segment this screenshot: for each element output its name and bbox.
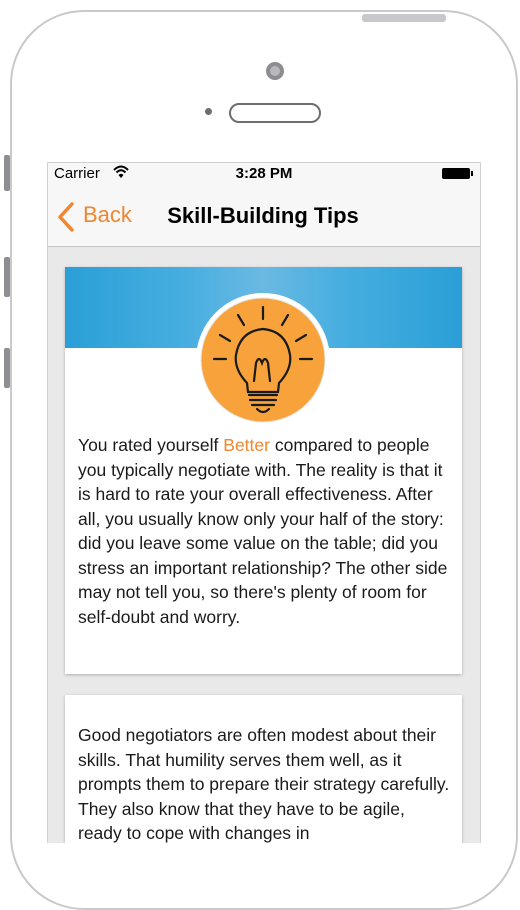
tip-text: Good negotiators are often modest about … — [78, 725, 450, 843]
tip-text-part: You rated yourself — [78, 435, 224, 455]
app-screen: Carrier 3:28 PM Back Skill-Building Tips — [47, 162, 481, 843]
back-button-label: Back — [83, 202, 132, 227]
tip-card: Good negotiators are often modest about … — [65, 695, 462, 843]
tip-text: You rated yourself Better compared to pe… — [78, 433, 450, 629]
volume-up-button — [4, 257, 10, 297]
status-bar: Carrier 3:28 PM — [48, 163, 480, 185]
proximity-sensor — [205, 108, 212, 115]
rating-highlight: Better — [223, 435, 270, 455]
tip-text-part: compared to people you typically negotia… — [78, 435, 448, 627]
lightbulb-icon — [194, 291, 332, 429]
battery-tip — [471, 171, 473, 176]
tip-card: You rated yourself Better compared to pe… — [65, 267, 462, 674]
earpiece-speaker — [229, 103, 321, 123]
mute-switch — [4, 155, 10, 191]
volume-down-button — [4, 348, 10, 388]
battery-icon — [442, 168, 470, 179]
page-title: Skill-Building Tips — [167, 203, 359, 228]
chevron-left-icon — [58, 202, 74, 232]
tips-list[interactable]: You rated yourself Better compared to pe… — [48, 247, 480, 843]
power-button — [362, 14, 446, 22]
status-time: 3:28 PM — [235, 165, 293, 182]
front-camera — [266, 62, 284, 80]
navigation-bar: Back Skill-Building Tips — [48, 185, 480, 247]
